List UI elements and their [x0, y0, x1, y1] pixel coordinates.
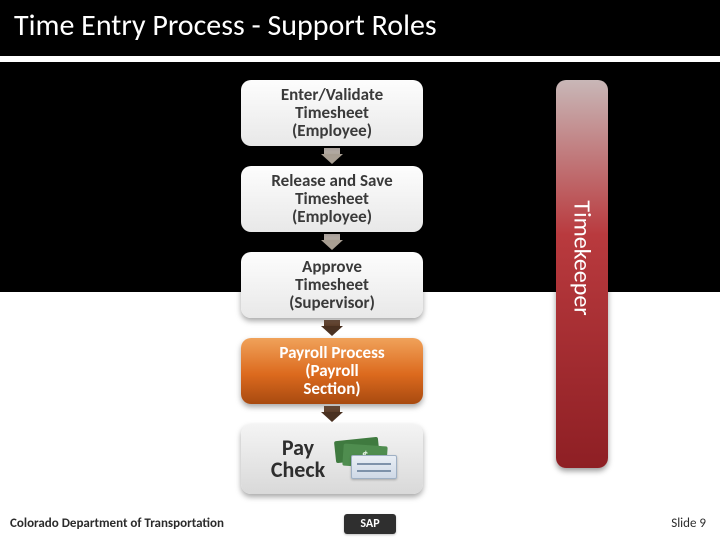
- process-flow: Enter/Validate Timesheet (Employee) Rele…: [241, 80, 423, 494]
- step-approve: Approve Timesheet (Supervisor): [241, 252, 423, 318]
- slide-footer: Colorado Department of Transportation SA…: [0, 506, 720, 540]
- money-icon: $ $: [335, 439, 393, 479]
- step-enter-validate: Enter/Validate Timesheet (Employee): [241, 80, 423, 146]
- step-release-save: Release and Save Timesheet (Employee): [241, 166, 423, 232]
- step-text: Approve Timesheet (Supervisor): [285, 256, 379, 314]
- timekeeper-sidebar: Timekeeper: [556, 80, 608, 468]
- arrow-down-icon: [241, 148, 423, 164]
- check-icon: [351, 455, 397, 479]
- step-text: Payroll Process (Payroll Section): [275, 342, 388, 400]
- arrow-down-icon: [241, 234, 423, 250]
- footer-center-badge: SAP: [344, 514, 395, 534]
- paycheck-text: Pay Check: [271, 437, 325, 481]
- arrow-down-icon: [241, 320, 423, 336]
- step-paycheck: Pay Check $ $: [241, 424, 423, 494]
- slide: Time Entry Process - Support Roles Timek…: [0, 0, 720, 540]
- slide-title: Time Entry Process - Support Roles: [14, 10, 437, 42]
- timekeeper-label: Timekeeper: [568, 201, 597, 316]
- step-payroll-process: Payroll Process (Payroll Section): [241, 338, 423, 404]
- arrow-down-icon: [241, 406, 423, 422]
- step-text: Enter/Validate Timesheet (Employee): [277, 84, 387, 142]
- footer-slide-number: Slide 9: [671, 516, 706, 531]
- slide-title-bar: Time Entry Process - Support Roles: [0, 0, 720, 56]
- footer-center-wrap: SAP: [0, 513, 720, 534]
- step-text: Release and Save Timesheet (Employee): [267, 170, 396, 228]
